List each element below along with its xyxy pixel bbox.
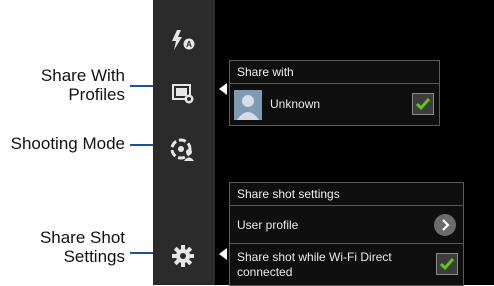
callout-share-with-profiles: Share With Profiles: [4, 66, 125, 104]
share-shot-settings-panel: Share shot settings User profile Share s…: [229, 182, 464, 286]
callout-share-shot-settings-line1: Share Shot: [39, 228, 125, 247]
share-with-title: Share with: [230, 61, 439, 84]
share-shot-pointer: [219, 248, 227, 260]
chevron-right-icon: [442, 219, 450, 231]
camera-screen: A Share with Unknown Share shot settings…: [153, 0, 494, 286]
avatar: [234, 90, 262, 120]
callout-share-shot-settings-line2: Settings: [63, 247, 125, 266]
settings-gear-icon[interactable]: [169, 244, 197, 268]
wifi-direct-checkbox[interactable]: [436, 253, 458, 275]
share-profiles-icon[interactable]: [169, 82, 197, 106]
share-with-panel: Share with Unknown: [229, 60, 440, 126]
wifi-direct-label-line1: Share shot while Wi-Fi Direct: [237, 250, 392, 264]
wifi-direct-label: Share shot while Wi-Fi Direct connected: [237, 250, 392, 280]
flash-auto-icon[interactable]: A: [169, 28, 197, 52]
check-icon: [415, 98, 431, 111]
share-with-contact-row[interactable]: Unknown: [230, 85, 439, 125]
wifi-direct-label-line2: connected: [237, 265, 293, 279]
check-icon: [439, 258, 455, 271]
callout-share-with-profiles-line1: Share With: [40, 66, 125, 85]
contact-name: Unknown: [270, 97, 321, 111]
share-with-pointer: [219, 83, 227, 95]
callout-shooting-mode-text: Shooting Mode: [10, 134, 125, 153]
camera-side-rail: A: [153, 0, 215, 285]
user-profile-chevron-button[interactable]: [434, 214, 456, 236]
svg-text:A: A: [186, 40, 192, 49]
user-profile-row[interactable]: User profile: [230, 207, 463, 244]
callout-shooting-mode: Shooting Mode: [0, 134, 125, 153]
share-shot-settings-title: Share shot settings: [230, 183, 463, 206]
callout-share-shot-settings: Share Shot Settings: [4, 228, 125, 266]
shooting-mode-icon[interactable]: [169, 138, 197, 162]
user-profile-label: User profile: [237, 218, 299, 232]
share-with-checkbox[interactable]: [412, 93, 434, 115]
callout-share-with-profiles-line2: Profiles: [68, 85, 125, 104]
wifi-direct-row[interactable]: Share shot while Wi-Fi Direct connected: [230, 244, 463, 284]
